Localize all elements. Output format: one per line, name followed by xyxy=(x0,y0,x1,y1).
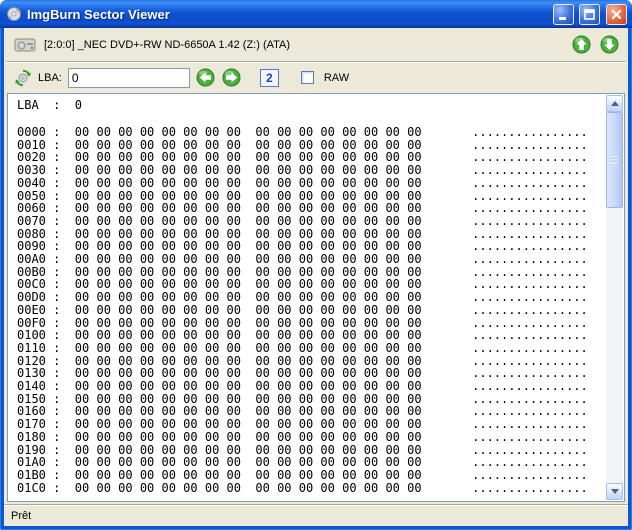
hex-header: LBA : 0 xyxy=(17,98,83,112)
close-button[interactable] xyxy=(606,3,627,25)
hex-row: 0180 : 00 00 00 00 00 00 00 00 00 00 00 … xyxy=(17,429,588,444)
hex-row: 0110 : 00 00 00 00 00 00 00 00 00 00 00 … xyxy=(17,340,588,355)
device-label: [2:0:0] _NEC DVD+-RW ND-6650A 1.42 (Z:) … xyxy=(44,38,291,51)
vertical-scrollbar[interactable] xyxy=(606,95,623,500)
status-bar: Prêt xyxy=(4,504,628,526)
lba-label: LBA: xyxy=(38,71,62,84)
scroll-thumb[interactable] xyxy=(606,112,623,208)
raw-label: RAW xyxy=(323,71,350,84)
status-text: Prêt xyxy=(11,509,32,522)
lba-toolbar: LBA: 2 RAW xyxy=(4,63,628,92)
hex-row: 00A0 : 00 00 00 00 00 00 00 00 00 00 00 … xyxy=(17,252,588,267)
hex-row: 0030 : 00 00 00 00 00 00 00 00 00 00 00 … xyxy=(17,163,588,178)
hex-viewer: LBA : 0 0000 : 00 00 00 00 00 00 00 00 0… xyxy=(7,93,625,502)
hex-rows: 0000 : 00 00 00 00 00 00 00 00 00 00 00 … xyxy=(17,126,606,494)
window-title: ImgBurn Sector Viewer xyxy=(27,6,170,22)
scroll-up-arrow-icon xyxy=(610,101,619,106)
hex-row: 00E0 : 00 00 00 00 00 00 00 00 00 00 00 … xyxy=(17,302,588,317)
lba-refresh-icon xyxy=(14,69,32,87)
window-body: [2:0:0] _NEC DVD+-RW ND-6650A 1.42 (Z:) … xyxy=(4,28,628,526)
maximize-button[interactable] xyxy=(579,3,600,25)
hex-row: 0140 : 00 00 00 00 00 00 00 00 00 00 00 … xyxy=(17,379,588,394)
minimize-button[interactable] xyxy=(553,3,574,25)
scroll-up-button[interactable] xyxy=(606,95,623,112)
imgburn-sector-viewer-window: ImgBurn Sector Viewer [2:0:0] _NEC DVD+-… xyxy=(0,0,632,530)
hex-row: 0170 : 00 00 00 00 00 00 00 00 00 00 00 … xyxy=(17,417,588,432)
hex-content[interactable]: LBA : 0 0000 : 00 00 00 00 00 00 00 00 0… xyxy=(9,95,606,500)
device-toolbar: [2:0:0] _NEC DVD+-RW ND-6650A 1.42 (Z:) … xyxy=(4,28,628,61)
hex-row: 01B0 : 00 00 00 00 00 00 00 00 00 00 00 … xyxy=(17,467,588,482)
scroll-down-button[interactable] xyxy=(606,483,623,500)
nav-up-button[interactable] xyxy=(571,35,591,55)
sector-size-button[interactable]: 2 xyxy=(259,68,279,87)
hex-row: 0000 : 00 00 00 00 00 00 00 00 00 00 00 … xyxy=(17,125,588,139)
titlebar[interactable]: ImgBurn Sector Viewer xyxy=(0,0,632,28)
raw-checkbox[interactable] xyxy=(300,71,314,84)
next-sector-button[interactable] xyxy=(222,68,242,88)
lba-input[interactable] xyxy=(67,67,190,88)
prev-sector-button[interactable] xyxy=(196,68,216,88)
hex-row: 00D0 : 00 00 00 00 00 00 00 00 00 00 00 … xyxy=(17,290,588,305)
hex-row: 0070 : 00 00 00 00 00 00 00 00 00 00 00 … xyxy=(17,213,588,228)
hex-row: 01C0 : 00 00 00 00 00 00 00 00 00 00 00 … xyxy=(17,480,588,495)
hex-row: 0040 : 00 00 00 00 00 00 00 00 00 00 00 … xyxy=(17,175,588,190)
scroll-track[interactable] xyxy=(606,112,623,483)
drive-icon xyxy=(14,36,36,54)
nav-down-button[interactable] xyxy=(599,35,619,55)
app-icon xyxy=(6,6,22,22)
scroll-down-arrow-icon xyxy=(610,489,619,494)
